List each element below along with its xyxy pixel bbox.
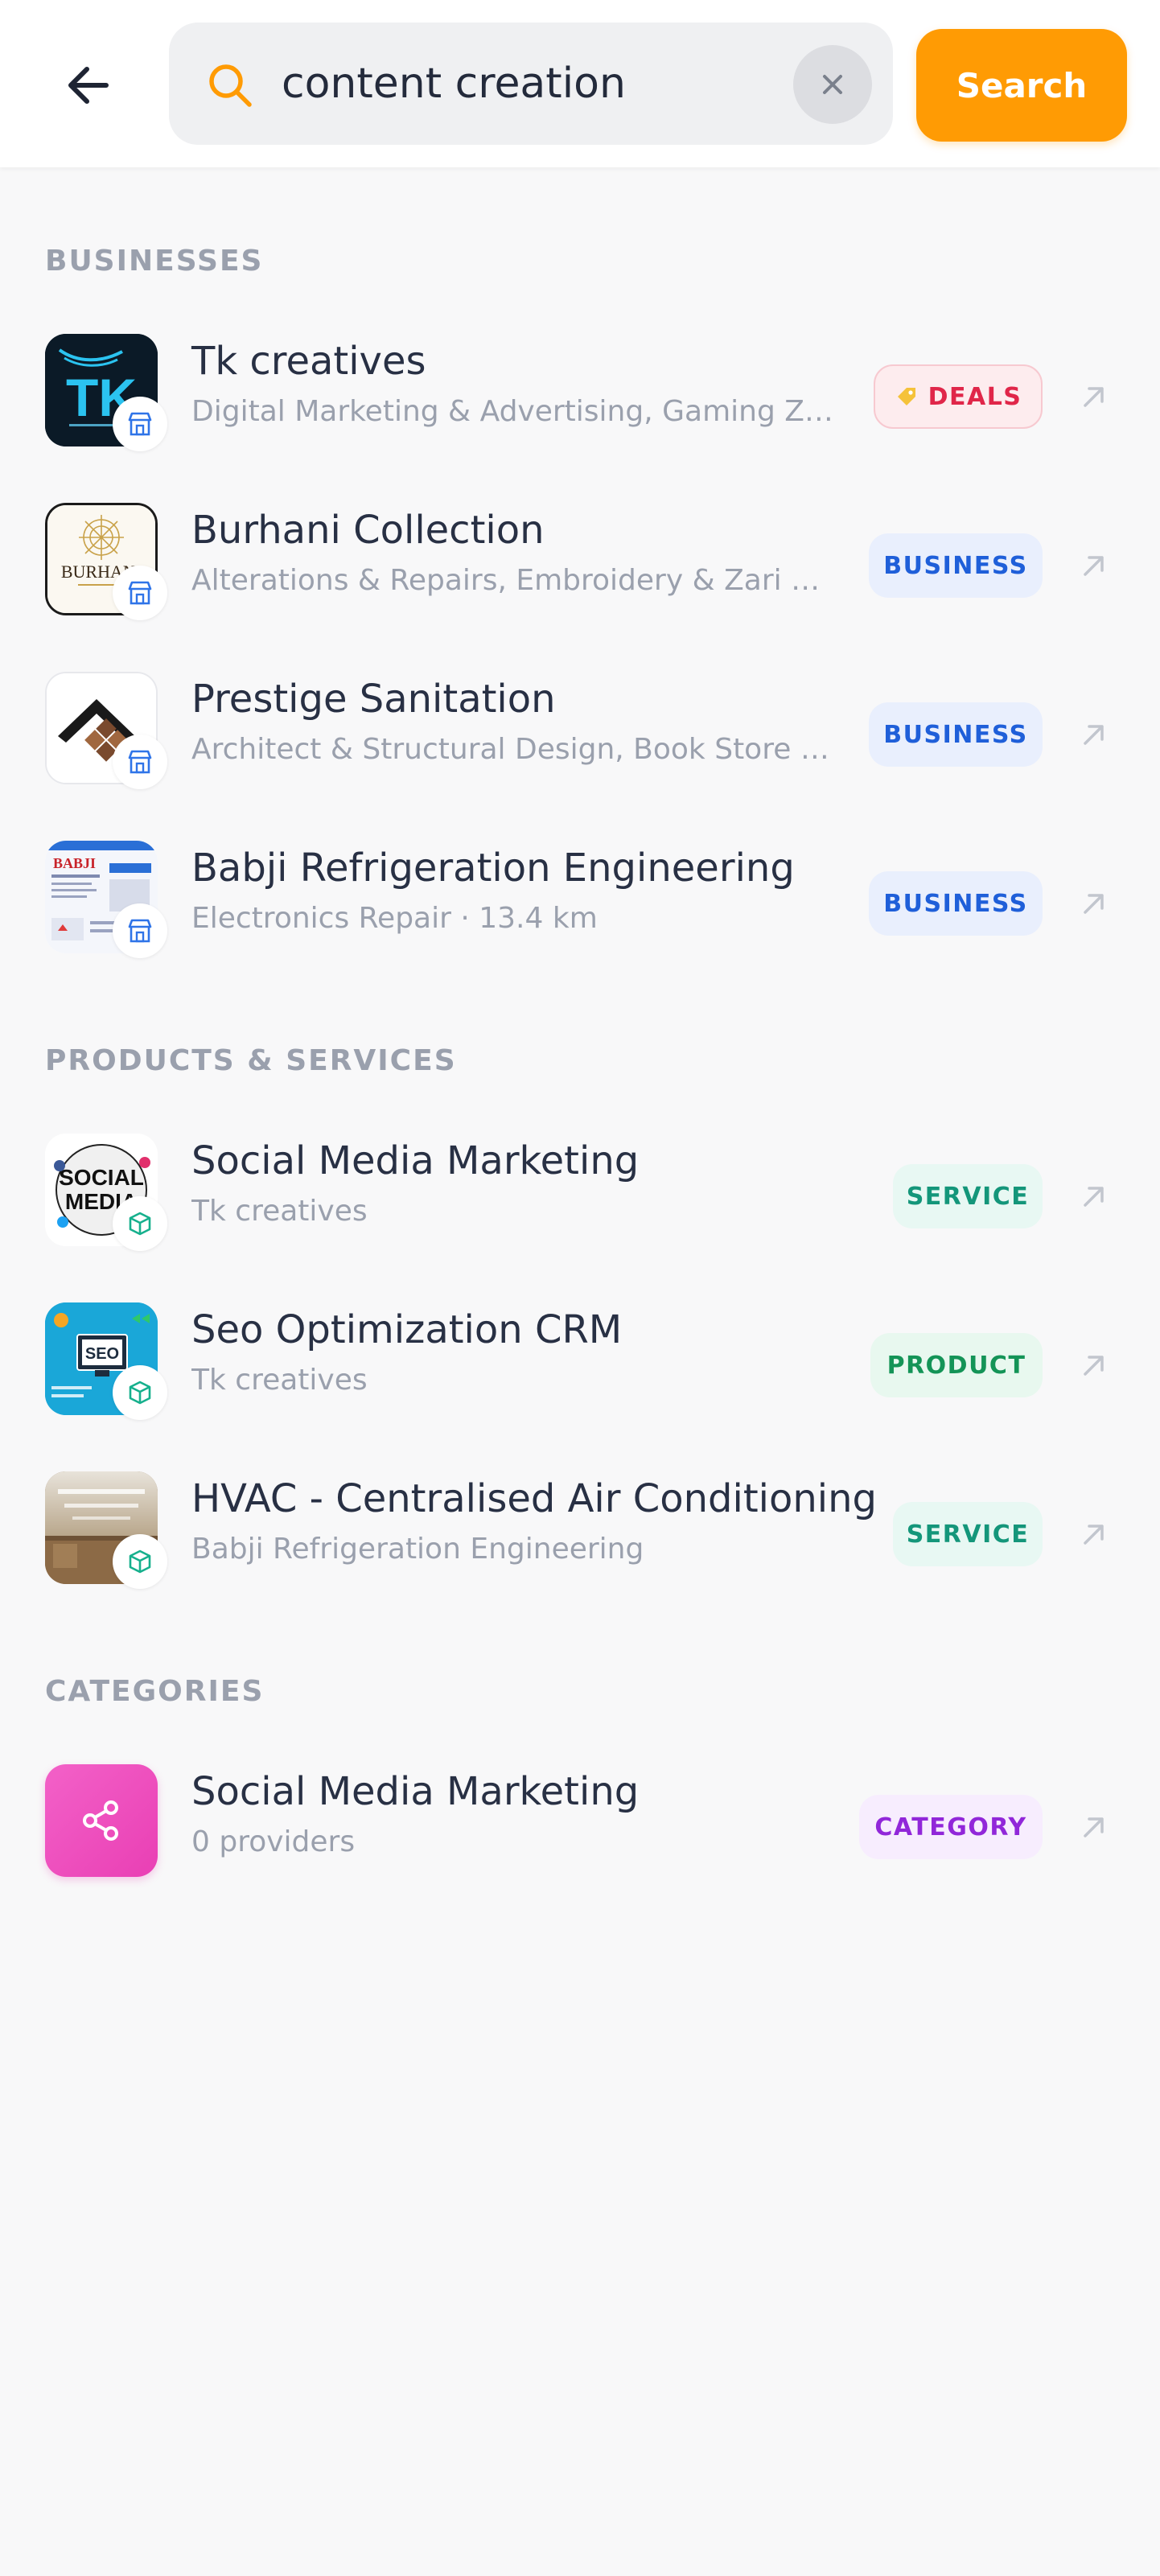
product-name: Social Media Marketing	[191, 1138, 640, 1183]
arrow-up-right-icon	[1084, 1525, 1104, 1545]
store-badge	[113, 735, 167, 789]
deals-badge: DEALS	[874, 364, 1043, 429]
section-title-categories: CATEGORIES	[45, 1675, 265, 1708]
business-name: Burhani Collection	[191, 508, 545, 553]
arrow-up-right-icon	[1084, 556, 1104, 576]
arrow-up-right-icon	[1084, 1817, 1104, 1837]
business-categories: Alterations & Repairs, Embroidery & Zari…	[191, 564, 835, 597]
category-row[interactable]: Social Media Marketing 0 providers CATEG…	[0, 1747, 1160, 1891]
store-icon	[128, 581, 152, 605]
product-provider: Tk creatives	[191, 1195, 368, 1228]
section-title-businesses: BUSINESSES	[45, 245, 264, 278]
business-row[interactable]: BABJI Babji Refrigeration Engineering El…	[0, 823, 1160, 968]
deals-badge-label: DEALS	[928, 382, 1022, 411]
product-badge: PRODUCT	[870, 1333, 1043, 1397]
arrow-up-right-icon	[1084, 1187, 1104, 1207]
open-arrow-button[interactable]	[1070, 541, 1118, 590]
business-name: Prestige Sanitation	[191, 677, 556, 722]
store-icon	[128, 412, 152, 436]
business-row[interactable]: TK Tk creatives Digital Marketing & Adve…	[0, 316, 1160, 461]
business-categories: Digital Marketing & Advertising, Gaming …	[191, 395, 835, 428]
category-icon-tile	[45, 1764, 158, 1877]
open-arrow-button[interactable]	[1070, 1510, 1118, 1558]
business-row[interactable]: Prestige Sanitation Architect & Structur…	[0, 654, 1160, 799]
arrow-up-right-icon	[1084, 894, 1104, 914]
product-row[interactable]: HVAC - Centralised Air Conditioning Babj…	[0, 1454, 1160, 1599]
business-categories: Architect & Structural Design, Book Stor…	[191, 733, 835, 766]
back-button[interactable]	[45, 45, 132, 126]
product-provider: Babji Refrigeration Engineering	[191, 1533, 644, 1566]
box-badge	[113, 1196, 167, 1251]
product-row[interactable]: SEO Seo Optimization CRM Tk creatives PR…	[0, 1285, 1160, 1430]
category-badge: CATEGORY	[859, 1795, 1043, 1859]
product-provider: Tk creatives	[191, 1364, 368, 1397]
box-icon	[129, 1549, 151, 1574]
open-arrow-button[interactable]	[1070, 372, 1118, 421]
open-arrow-button[interactable]	[1070, 1341, 1118, 1389]
arrow-up-right-icon	[1084, 1356, 1104, 1376]
business-badge: BUSINESS	[869, 871, 1043, 936]
store-badge	[113, 566, 167, 620]
search-bar	[169, 23, 893, 145]
business-name: Tk creatives	[191, 339, 426, 384]
box-badge	[113, 1365, 167, 1420]
babji-logo-text: BABJI	[53, 855, 96, 871]
store-icon	[128, 750, 152, 774]
box-icon	[129, 1381, 151, 1405]
back-arrow-icon	[68, 67, 109, 104]
search-input[interactable]	[282, 51, 780, 116]
business-categories: Electronics Repair · 13.4 km	[191, 902, 598, 935]
business-badge: BUSINESS	[869, 702, 1043, 767]
service-badge: SERVICE	[893, 1502, 1043, 1566]
seo-logo-text: SEO	[85, 1345, 119, 1363]
open-arrow-button[interactable]	[1070, 1172, 1118, 1220]
clear-search-button[interactable]	[793, 45, 872, 124]
category-name: Social Media Marketing	[191, 1769, 640, 1814]
box-badge	[113, 1534, 167, 1589]
search-header: Search	[0, 0, 1160, 167]
product-row[interactable]: SOCIAL MEDIA Social Media Marketing Tk c…	[0, 1116, 1160, 1261]
box-icon	[129, 1212, 151, 1236]
share-icon	[83, 1800, 118, 1841]
social-logo-line1: SOCIAL	[59, 1165, 144, 1190]
business-name: Babji Refrigeration Engineering	[191, 846, 795, 891]
open-arrow-button[interactable]	[1070, 710, 1118, 759]
arrow-up-right-icon	[1084, 725, 1104, 745]
category-provider-count: 0 providers	[191, 1825, 356, 1858]
store-badge	[113, 397, 167, 451]
arrow-up-right-icon	[1084, 387, 1104, 407]
business-badge: BUSINESS	[869, 533, 1043, 598]
search-button[interactable]: Search	[916, 29, 1127, 142]
product-name: HVAC - Centralised Air Conditioning	[191, 1476, 878, 1521]
section-title-products: PRODUCTS & SERVICES	[45, 1044, 457, 1077]
tag-icon	[897, 388, 915, 405]
open-arrow-button[interactable]	[1070, 879, 1118, 928]
store-icon	[128, 919, 152, 943]
open-arrow-button[interactable]	[1070, 1803, 1118, 1851]
close-icon	[823, 75, 842, 94]
service-badge: SERVICE	[893, 1164, 1043, 1228]
business-row[interactable]: BURHANI Burhani Collection Alterations &…	[0, 485, 1160, 630]
search-icon	[209, 64, 252, 107]
store-badge	[113, 903, 167, 958]
product-name: Seo Optimization CRM	[191, 1307, 623, 1352]
